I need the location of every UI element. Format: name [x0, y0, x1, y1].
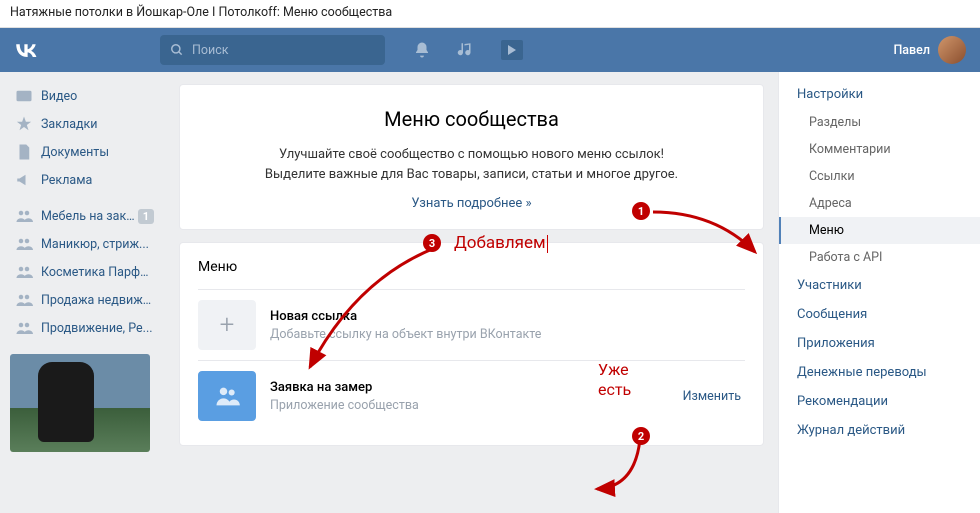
rnav-members[interactable]: Участники	[779, 271, 980, 300]
doc-icon	[15, 143, 33, 161]
browser-title-bar: Натяжные потолки в Йошкар-Оле I Потолкоf…	[0, 0, 980, 28]
horn-icon	[15, 171, 33, 189]
vk-logo-icon[interactable]	[12, 36, 40, 64]
rnav-item-sections[interactable]: Разделы	[779, 109, 980, 136]
group-icon	[15, 263, 33, 281]
menu-card: Меню + Новая ссылка Добавьте ссылку на о…	[179, 242, 764, 446]
play-button-icon[interactable]	[501, 40, 523, 60]
promo-image[interactable]	[10, 354, 150, 452]
menu-row-new-link[interactable]: + Новая ссылка Добавьте ссылку на объект…	[198, 289, 745, 360]
row-sub: Добавьте ссылку на объект внутри ВКонтак…	[270, 327, 745, 342]
video-icon	[15, 87, 33, 105]
nav-group-2[interactable]: Косметика Парфю...	[10, 258, 159, 286]
nav-ads[interactable]: Реклама	[10, 166, 159, 194]
search-icon	[170, 43, 184, 57]
nav-documents[interactable]: Документы	[10, 138, 159, 166]
user-menu[interactable]: Павел	[893, 36, 966, 64]
rnav-money[interactable]: Денежные переводы	[779, 358, 980, 387]
group-icon	[15, 207, 33, 225]
nav-group-0[interactable]: Мебель на зака...1	[10, 202, 159, 230]
nav-bookmarks[interactable]: Закладки	[10, 110, 159, 138]
nav-group-3[interactable]: Продажа недвижи...	[10, 286, 159, 314]
nav-video[interactable]: Видео	[10, 82, 159, 110]
rnav-item-comments[interactable]: Комментарии	[779, 136, 980, 163]
group-icon	[15, 235, 33, 253]
header-icons	[413, 40, 523, 60]
badge: 1	[138, 209, 154, 224]
rnav-log[interactable]: Журнал действий	[779, 416, 980, 445]
user-name: Павел	[893, 43, 930, 58]
main-content: Меню сообщества Улучшайте своё сообществ…	[165, 72, 778, 513]
rnav-item-addresses[interactable]: Адреса	[779, 190, 980, 217]
search-placeholder: Поиск	[192, 43, 229, 58]
app-thumb-icon	[198, 371, 256, 421]
star-icon	[15, 115, 33, 133]
search-input[interactable]: Поиск	[160, 35, 385, 65]
music-icon[interactable]	[457, 41, 475, 59]
group-icon	[15, 319, 33, 337]
nav-group-4[interactable]: Продвижение, Ре...	[10, 314, 159, 342]
intro-card: Меню сообщества Улучшайте своё сообществ…	[179, 84, 764, 230]
learn-more-link[interactable]: Узнать подробнее »	[411, 196, 531, 211]
vk-header: Поиск Павел	[0, 28, 980, 72]
bell-icon[interactable]	[413, 41, 431, 59]
browser-title: Натяжные потолки в Йошкар-Оле I Потолкоf…	[10, 5, 392, 20]
plus-icon: +	[198, 300, 256, 350]
row-title: Заявка на замер	[270, 380, 683, 395]
rnav-item-menu[interactable]: Меню	[779, 217, 980, 244]
avatar	[938, 36, 966, 64]
rnav-apps[interactable]: Приложения	[779, 329, 980, 358]
right-sidebar: Настройки Разделы Комментарии Ссылки Адр…	[778, 72, 980, 513]
rnav-item-api[interactable]: Работа с API	[779, 244, 980, 271]
row-sub: Приложение сообщества	[270, 398, 683, 413]
nav-group-1[interactable]: Маникюр, стриж...	[10, 230, 159, 258]
rnav-recs[interactable]: Рекомендации	[779, 387, 980, 416]
menu-card-title: Меню	[198, 259, 745, 275]
rnav-settings[interactable]: Настройки	[779, 80, 980, 109]
intro-title: Меню сообщества	[220, 107, 723, 131]
left-sidebar: Видео Закладки Документы Реклама Мебель …	[0, 72, 165, 513]
edit-link[interactable]: Изменить	[683, 389, 741, 404]
group-icon	[15, 291, 33, 309]
rnav-item-links[interactable]: Ссылки	[779, 163, 980, 190]
rnav-messages[interactable]: Сообщения	[779, 300, 980, 329]
intro-text: Улучшайте своё сообщество с помощью ново…	[220, 145, 723, 184]
menu-row-app: Заявка на замер Приложение сообщества Из…	[198, 360, 745, 431]
row-title: Новая ссылка	[270, 309, 745, 324]
